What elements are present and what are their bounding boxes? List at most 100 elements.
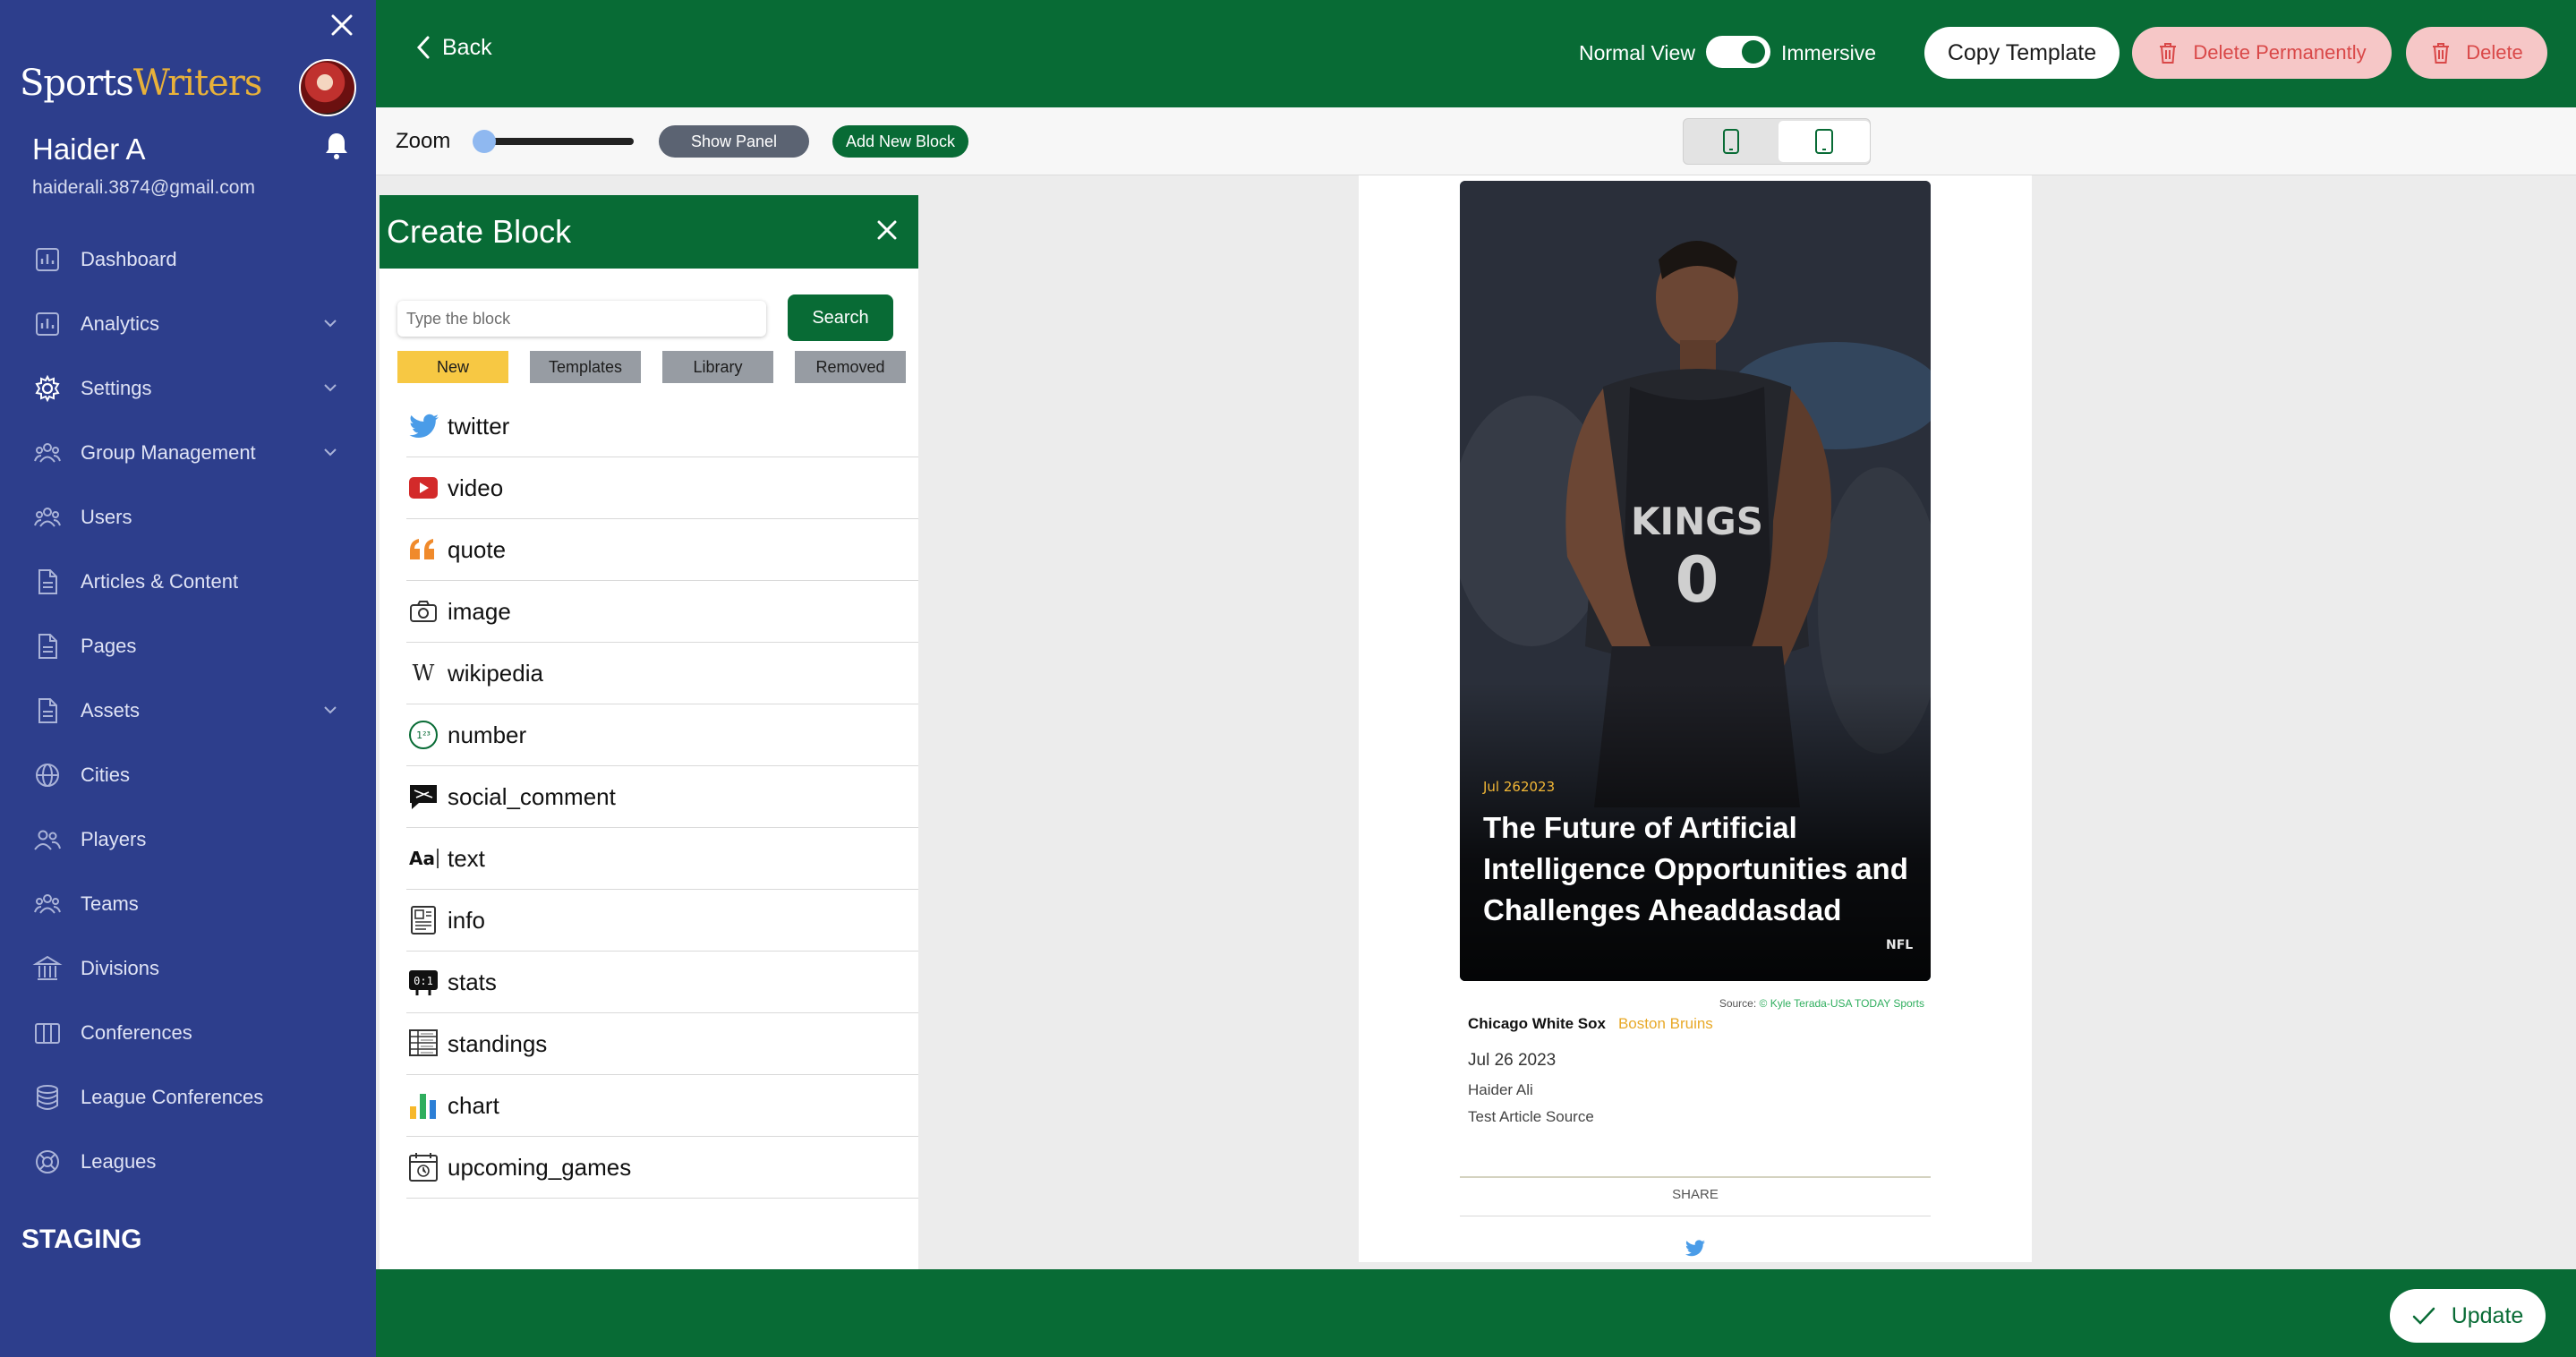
block-item-label: upcoming_games xyxy=(448,1153,632,1181)
tab-new[interactable]: New xyxy=(397,351,508,383)
sidebar-item-group-management[interactable]: Group Management xyxy=(0,421,376,485)
zoom-slider-thumb[interactable] xyxy=(473,130,496,153)
block-item-info[interactable]: info xyxy=(406,890,918,952)
sidebar-item-leagues[interactable]: Leagues xyxy=(0,1130,376,1194)
brand-name-part2: Writers xyxy=(132,63,263,104)
block-item-label: image xyxy=(448,597,511,625)
svg-text:1²³: 1²³ xyxy=(416,730,431,741)
editor-toolbar: Zoom Show Panel Add New Block xyxy=(376,107,2576,175)
trash-icon xyxy=(2160,43,2177,64)
brand-logo[interactable]: SportsWriters xyxy=(20,63,263,104)
tab-library[interactable]: Library xyxy=(662,351,773,383)
chevron-down-icon xyxy=(324,706,337,714)
delete-button[interactable]: Delete xyxy=(2406,27,2547,79)
create-block-panel: Create Block Search New Templates Library R… xyxy=(380,195,918,1269)
update-button[interactable]: Update xyxy=(2390,1289,2546,1343)
block-item-wikipedia[interactable]: W wikipedia xyxy=(406,643,918,704)
sidebar-item-assets[interactable]: Assets xyxy=(0,678,376,743)
sidebar-item-pages[interactable]: Pages xyxy=(0,614,376,678)
block-item-chart[interactable]: chart xyxy=(406,1075,918,1137)
bell-icon[interactable] xyxy=(322,131,351,161)
hero-league-tag: NFL xyxy=(1886,938,1914,952)
avatar[interactable] xyxy=(299,59,356,116)
twitter-icon[interactable] xyxy=(1685,1239,1706,1259)
block-item-quote[interactable]: quote xyxy=(406,519,918,581)
sidebar-item-label: Divisions xyxy=(81,957,160,979)
twitter-icon xyxy=(409,414,439,439)
bottom-bar: Update xyxy=(376,1269,2576,1357)
delete-permanently-button[interactable]: Delete Permanently xyxy=(2132,27,2392,79)
block-search-input[interactable] xyxy=(397,301,766,337)
sidebar-item-analytics[interactable]: Analytics xyxy=(0,292,376,356)
block-item-label: number xyxy=(448,721,527,748)
block-search-button[interactable]: Search xyxy=(788,294,893,341)
sidebar-item-teams[interactable]: Teams xyxy=(0,872,376,936)
sidebar-item-label: Conferences xyxy=(81,1021,192,1044)
back-button[interactable]: Back xyxy=(414,34,492,61)
tab-removed[interactable]: Removed xyxy=(795,351,906,383)
close-icon[interactable] xyxy=(875,218,899,242)
delete-permanently-label: Delete Permanently xyxy=(2193,41,2367,64)
tablet-view-button[interactable] xyxy=(1778,121,1870,162)
back-label: Back xyxy=(442,34,492,60)
block-item-upcoming-games[interactable]: upcoming_games xyxy=(406,1137,918,1199)
sidebar-item-players[interactable]: Players xyxy=(0,807,376,872)
mobile-view-button[interactable] xyxy=(1685,121,1777,162)
sidebar-item-league-conferences[interactable]: League Conferences xyxy=(0,1065,376,1130)
immersive-toggle[interactable] xyxy=(1706,36,1770,68)
block-item-label: info xyxy=(448,906,485,934)
user-name: Haider A xyxy=(32,132,146,166)
source-prefix: Source: xyxy=(1719,997,1757,1010)
article-teams: Chicago White Sox Boston Bruins xyxy=(1468,1015,1713,1033)
sidebar-item-conferences[interactable]: Conferences xyxy=(0,1001,376,1065)
block-item-video[interactable]: video xyxy=(406,457,918,519)
group-icon xyxy=(34,894,61,914)
zoom-label: Zoom xyxy=(396,129,451,153)
team-2[interactable]: Boston Bruins xyxy=(1618,1015,1713,1032)
create-block-title: Create Block xyxy=(387,213,572,250)
add-new-block-button[interactable]: Add New Block xyxy=(832,125,968,158)
sidebar-item-settings[interactable]: Settings xyxy=(0,356,376,421)
sidebar-item-dashboard[interactable]: Dashboard xyxy=(0,227,376,292)
photo-source: Source: © Kyle Terada-USA TODAY Sports xyxy=(1647,997,1924,1010)
sidebar-item-label: Group Management xyxy=(81,441,256,464)
sidebar-item-label: Players xyxy=(81,828,147,850)
block-item-standings[interactable]: standings xyxy=(406,1013,918,1075)
hero-block[interactable]: KINGS 0 Jul 262023 The Future of Artific… xyxy=(1460,181,1931,981)
normal-view-label: Normal View xyxy=(1579,41,1695,64)
quote-icon xyxy=(410,539,434,559)
hero-title: The Future of Artificial Intelligence Op… xyxy=(1483,811,1908,926)
sidebar-item-label: Users xyxy=(81,506,132,528)
copy-template-button[interactable]: Copy Template xyxy=(1924,27,2120,79)
sidebar-item-label: League Conferences xyxy=(81,1086,264,1108)
sidebar-item-cities[interactable]: Cities xyxy=(0,743,376,807)
team-1[interactable]: Chicago White Sox xyxy=(1468,1015,1606,1032)
sidebar-item-label: Analytics xyxy=(81,312,160,335)
block-item-image[interactable]: image xyxy=(406,581,918,643)
zoom-slider[interactable] xyxy=(473,130,634,153)
block-item-text[interactable]: Aa text xyxy=(406,828,918,890)
tab-templates[interactable]: Templates xyxy=(530,351,641,383)
sidebar-item-divisions[interactable]: Divisions xyxy=(0,936,376,1001)
sidebar-item-label: Teams xyxy=(81,892,139,915)
close-icon[interactable] xyxy=(328,11,356,39)
sidebar-item-users[interactable]: Users xyxy=(0,485,376,550)
tablet-icon xyxy=(1815,129,1833,154)
block-item-number[interactable]: 1²³ number xyxy=(406,704,918,766)
block-item-label: standings xyxy=(448,1029,548,1057)
show-panel-button[interactable]: Show Panel xyxy=(659,125,809,158)
scoreboard-icon: 0:1 xyxy=(409,970,438,995)
article-author: Haider Ali xyxy=(1468,1081,1533,1098)
sidebar-item-label: Dashboard xyxy=(81,248,177,270)
source-credit[interactable]: © Kyle Terada-USA TODAY Sports xyxy=(1760,997,1924,1010)
bar-chart-icon xyxy=(410,1094,436,1119)
delete-label: Delete xyxy=(2466,41,2523,64)
number-icon: 1²³ xyxy=(409,721,438,749)
block-item-twitter[interactable]: twitter xyxy=(406,396,918,457)
block-item-social-comment[interactable]: social_comment xyxy=(406,766,918,828)
chart-bar-icon xyxy=(36,248,59,271)
sidebar-item-articles-content[interactable]: Articles & Content xyxy=(0,550,376,614)
block-item-stats[interactable]: 0:1 stats xyxy=(406,952,918,1013)
block-item-label: stats xyxy=(448,968,497,995)
comment-icon xyxy=(410,785,437,809)
